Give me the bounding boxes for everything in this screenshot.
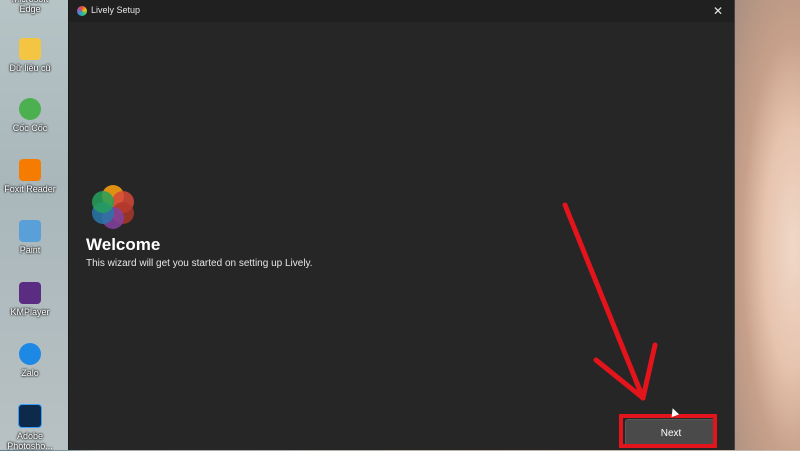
lively-logo-icon xyxy=(92,185,134,229)
desktop-icon-label: Adobe Photosho... xyxy=(7,431,53,451)
desktop-icon-paint[interactable]: Paint xyxy=(2,220,58,255)
desktop-icon-label: Microsoft Edge xyxy=(12,0,49,14)
desktop-icon-label: Foxit Reader xyxy=(4,184,56,194)
setup-window: Lively Setup ✕ Welcome This wizard will … xyxy=(68,0,735,450)
zalo-icon xyxy=(19,343,41,365)
desktop-icon-label: Cốc Cốc xyxy=(12,123,48,133)
paint-icon xyxy=(19,220,41,242)
desktop-icon-label: Dữ liệu cũ xyxy=(9,63,51,73)
title-bar[interactable]: Lively Setup ✕ xyxy=(69,0,734,22)
lively-logo-icon xyxy=(77,6,87,16)
coccoc-icon xyxy=(19,98,41,120)
foxit-icon xyxy=(19,159,41,181)
window-title: Lively Setup xyxy=(91,5,141,15)
welcome-heading: Welcome xyxy=(86,235,161,254)
desktop-icons: Microsoft Edge Dữ liệu cũ Cốc Cốc Foxit … xyxy=(0,0,68,451)
desktop-icon-folder[interactable]: Dữ liệu cũ xyxy=(2,38,58,73)
photoshop-icon xyxy=(18,404,42,428)
desktop-icon-label: Paint xyxy=(19,245,41,255)
desktop-icon-edge[interactable]: Microsoft Edge xyxy=(2,0,58,14)
welcome-subtitle: This wizard will get you started on sett… xyxy=(86,258,313,269)
wallpaper-background xyxy=(733,0,800,450)
desktop-icon-label: KMPlayer xyxy=(10,307,50,317)
desktop-icon-kmplayer[interactable]: KMPlayer xyxy=(2,282,58,317)
desktop-icon-zalo[interactable]: Zalo xyxy=(2,343,58,378)
close-button[interactable]: ✕ xyxy=(710,3,726,19)
desktop-icon-foxit[interactable]: Foxit Reader xyxy=(2,159,58,194)
folder-icon xyxy=(19,38,41,60)
next-button[interactable]: Next xyxy=(625,419,717,447)
desktop-icon-coccoc[interactable]: Cốc Cốc xyxy=(2,98,58,133)
desktop-icon-label: Zalo xyxy=(21,368,39,378)
kmplayer-icon xyxy=(19,282,41,304)
desktop-icon-photoshop[interactable]: Adobe Photosho... xyxy=(2,404,58,451)
